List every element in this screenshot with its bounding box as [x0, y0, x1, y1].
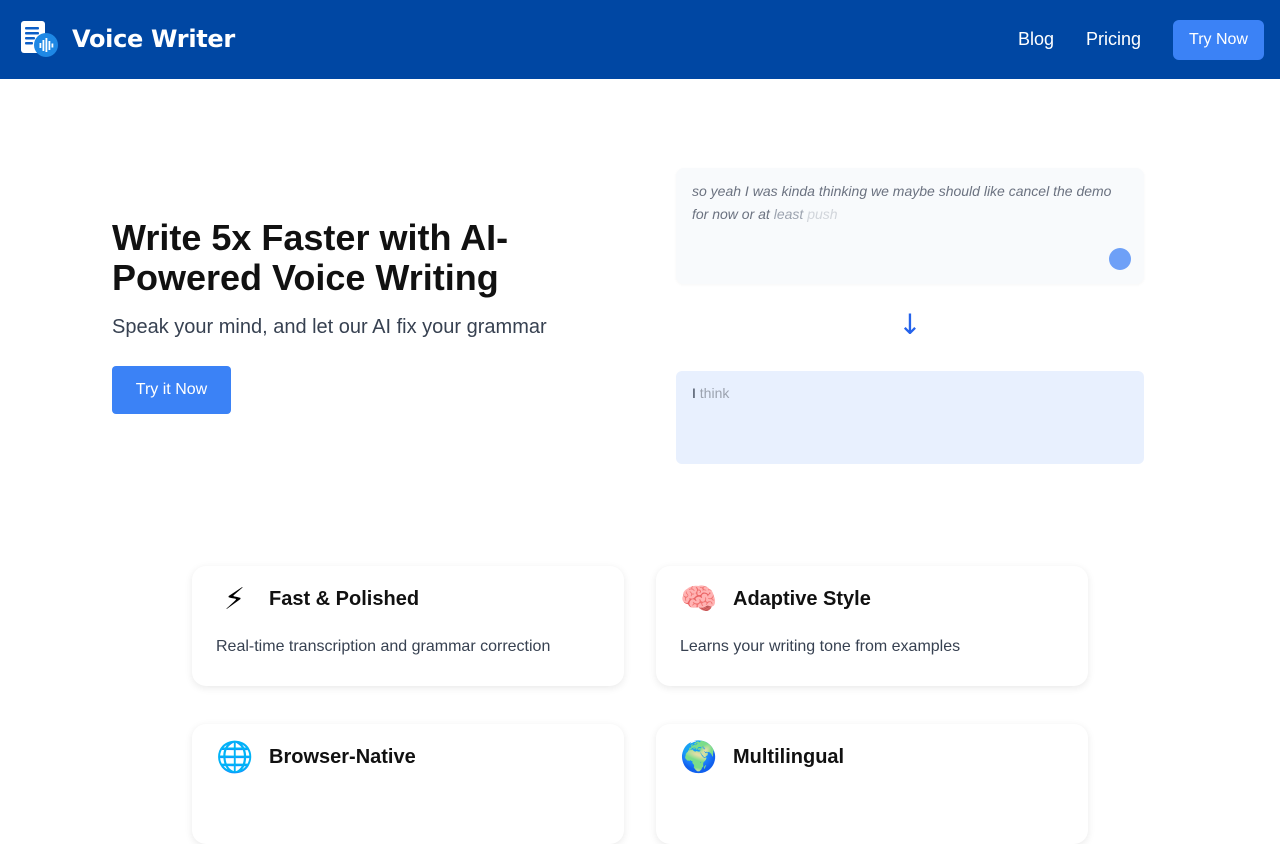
feature-title: Adaptive Style	[733, 588, 871, 610]
earth-icon: 🌍	[680, 740, 718, 775]
feature-card-multilingual: 🌍 Multilingual	[656, 724, 1088, 844]
polished-output-demo: I think	[676, 371, 1144, 464]
brain-icon: 🧠	[680, 582, 718, 617]
hero-subtitle: Speak your mind, and let our AI fix your…	[112, 316, 547, 338]
brand-link[interactable]: Voice Writer	[20, 20, 235, 58]
voice-writer-logo-icon	[20, 20, 58, 58]
feature-card-adaptive-style: 🧠 Adaptive Style Learns your writing ton…	[656, 566, 1088, 686]
feature-title: Browser-Native	[269, 746, 416, 768]
brand-name: Voice Writer	[72, 25, 235, 53]
feature-title: Fast & Polished	[269, 588, 420, 610]
feature-title: Multilingual	[733, 746, 845, 768]
feature-card-browser-native: 🌐 Browser-Native	[192, 724, 624, 844]
recording-indicator-icon	[1109, 248, 1131, 270]
navbar: Voice Writer Blog Pricing Try Now	[0, 0, 1280, 79]
hero-title: Write 5x Faster with AI-Powered Voice Wr…	[112, 217, 509, 298]
try-now-button[interactable]: Try Now	[1173, 20, 1264, 60]
nav-link-pricing[interactable]: Pricing	[1086, 29, 1141, 50]
output-text-fading: think	[699, 385, 730, 401]
try-it-now-button[interactable]: Try it Now	[112, 366, 231, 414]
feature-card-fast-polished: ⚡ Fast & Polished Real-time transcriptio…	[192, 566, 624, 686]
lightning-icon: ⚡	[223, 582, 246, 617]
feature-description: Real-time transcription and grammar corr…	[216, 638, 551, 655]
input-transcript: so yeah I was kinda thinking we maybe sh…	[692, 183, 1112, 222]
feature-description: Learns your writing tone from examples	[680, 638, 961, 655]
nav-link-blog[interactable]: Blog	[1018, 29, 1054, 50]
input-transcript-fading: least	[773, 206, 804, 222]
voice-input-demo: so yeah I was kinda thinking we maybe sh…	[676, 168, 1144, 284]
output-text: I	[692, 385, 696, 401]
arrow-down-icon: ↓	[898, 308, 922, 341]
input-transcript-faded: push	[807, 206, 838, 222]
globe-icon: 🌐	[216, 740, 254, 775]
